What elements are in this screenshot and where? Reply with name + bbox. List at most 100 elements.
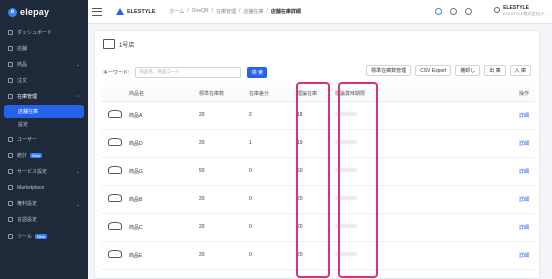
- standard-stock-button[interactable]: 標準在庫数管理: [366, 65, 412, 76]
- sidebar-item-products[interactable]: 商品 ⌄: [0, 56, 88, 72]
- product-image: [101, 185, 129, 214]
- sidebar-item-label: サービス設定: [17, 168, 48, 175]
- breadcrumb-separator: /: [211, 8, 214, 14]
- sidebar-item-label: 統計: [17, 152, 28, 159]
- topbar: ELESTYLE ホーム / OneQR / 在庫管理 / 店舗在庫 / 店舗在…: [88, 0, 552, 24]
- store-icon: [103, 39, 115, 49]
- store-icon: [8, 45, 13, 51]
- menu-toggle-icon[interactable]: [92, 7, 102, 16]
- sidebar-item-label: 言語設定: [17, 217, 38, 224]
- detail-link[interactable]: 詳細: [395, 101, 535, 130]
- globe-icon: [8, 217, 13, 223]
- product-thumbnail-icon: [108, 194, 122, 202]
- sidebar-item-stats[interactable]: 統計 New: [0, 147, 88, 163]
- outbound-button[interactable]: 出 庫: [484, 65, 506, 76]
- sidebar-item-inventory[interactable]: 在庫管理 ⌃: [0, 89, 88, 105]
- detail-link[interactable]: 詳細: [395, 157, 535, 186]
- stock-diff: 0: [249, 157, 297, 186]
- sidebar-item-permissions[interactable]: 権利設定 ⌄: [0, 196, 88, 212]
- sidebar-item-label: 在庫管理: [17, 94, 38, 101]
- chevron-up-icon: ⌃: [75, 94, 80, 101]
- chevron-down-icon: ⌄: [75, 201, 80, 208]
- help-icon[interactable]: [435, 8, 442, 15]
- search-button[interactable]: 検 索: [247, 66, 268, 78]
- detail-link[interactable]: 詳細: [395, 185, 535, 214]
- user-menu[interactable]: ELESTYLE ELESTYLE株式会社(テ...: [494, 5, 548, 17]
- product-image: [101, 101, 129, 130]
- product-name: 商品A: [129, 101, 199, 130]
- col-image: [101, 87, 129, 102]
- brand-name: ELESTYLE: [127, 8, 156, 15]
- sidebar-item-label: ダッシュボード: [17, 29, 53, 36]
- sidebar-item-orders[interactable]: 注文: [0, 73, 88, 89]
- csv-export-button[interactable]: CSV Export: [415, 65, 452, 76]
- breadcrumb-separator: /: [266, 8, 268, 14]
- product-name: 商品E: [129, 241, 199, 270]
- product-thumbnail-icon: [108, 166, 122, 174]
- detail-link[interactable]: 詳細: [395, 213, 535, 242]
- breadcrumb-current: 店舗在庫詳細: [270, 9, 301, 15]
- sidebar-item-label: ユーザー: [17, 136, 37, 143]
- standard-stock: 20: [199, 185, 249, 214]
- logo-text: elepay: [20, 7, 50, 17]
- sidebar-item-label: ツール: [17, 233, 33, 240]
- breadcrumb-inventory[interactable]: 在庫管理: [216, 8, 236, 15]
- sidebar-item-language[interactable]: 言語設定: [0, 212, 88, 228]
- sidebar-item-label: 注文: [17, 78, 28, 85]
- sidebar-item-service-settings[interactable]: サービス設定 ⌄: [0, 163, 88, 179]
- col-stock-diff: 在庫差分: [249, 87, 297, 102]
- product-name: 商品G: [129, 157, 199, 186]
- brand: ELESTYLE: [116, 8, 155, 15]
- sidebar-item-label: 店舗在庫: [18, 108, 39, 115]
- lock-icon: [8, 201, 13, 207]
- sidebar-item-stores[interactable]: 店舗: [0, 40, 88, 56]
- top-icons: [435, 8, 472, 15]
- breadcrumb-separator: /: [187, 8, 189, 14]
- new-badge: New: [35, 233, 48, 239]
- product-name: 商品B: [129, 185, 199, 214]
- sidebar-item-users[interactable]: ユーザー: [0, 131, 88, 147]
- product-name: 商品C: [129, 213, 199, 242]
- breadcrumb-oneqr[interactable]: OneQR: [192, 8, 209, 15]
- sidebar-item-dashboard[interactable]: ダッシュボード: [0, 24, 88, 40]
- breadcrumb-store-inventory[interactable]: 店舗在庫: [243, 8, 263, 15]
- download-icon[interactable]: [450, 8, 457, 15]
- user-icon: [494, 7, 501, 13]
- breadcrumb-home[interactable]: ホーム: [169, 8, 184, 15]
- product-image: [101, 129, 129, 158]
- store-header: 1号店: [95, 31, 539, 57]
- brand-logo-icon: [116, 8, 124, 15]
- sidebar-item-label: 設定: [18, 121, 29, 128]
- sidebar-item-marketplace[interactable]: Marketplace: [0, 180, 88, 196]
- standard-stock: 20: [199, 241, 249, 270]
- sidebar-item-label: 商品: [17, 61, 28, 68]
- detail-link[interactable]: 詳細: [395, 129, 535, 158]
- sidebar-nav: ダッシュボード 店舗 商品 ⌄ 注文 在庫管理 ⌃ 店舗在庫 設定 ユーザー 統計 N…: [0, 24, 88, 244]
- product-icon: [8, 61, 13, 67]
- standard-stock: 20: [199, 129, 249, 158]
- sidebar-item-store-inventory[interactable]: 店舗在庫: [4, 104, 84, 118]
- chart-icon: [8, 152, 13, 158]
- detail-link-label: 詳細: [518, 168, 529, 175]
- standard-stock: 50: [199, 157, 249, 186]
- stock-diff: 0: [249, 241, 297, 270]
- sidebar-item-label: 権利設定: [17, 201, 38, 208]
- store-name: 1号店: [119, 42, 135, 49]
- detail-link[interactable]: 詳細: [395, 241, 535, 270]
- sidebar-item-label: Marketplace: [17, 184, 45, 191]
- keyword-input[interactable]: 商品名、商品コード: [135, 66, 242, 78]
- detail-link-label: 詳細: [518, 196, 529, 203]
- logout-icon[interactable]: [465, 8, 472, 15]
- sidebar-item-inventory-settings[interactable]: 設定: [0, 118, 88, 131]
- detail-link-label: 詳細: [518, 224, 529, 231]
- inbound-button[interactable]: 入 庫: [509, 65, 531, 76]
- user-company: ELESTYLE株式会社(テ...: [503, 11, 548, 16]
- keyword-label: キーワード:: [103, 69, 130, 76]
- col-actions: 操作: [395, 87, 535, 102]
- stock-diff: 2: [249, 101, 297, 130]
- sidebar-item-tools[interactable]: ツール New: [0, 228, 88, 244]
- product-image: [101, 213, 129, 242]
- logo[interactable]: e elepay: [0, 0, 88, 24]
- standard-stock: 20: [199, 213, 249, 242]
- stocktake-button[interactable]: 棚卸し: [455, 65, 481, 76]
